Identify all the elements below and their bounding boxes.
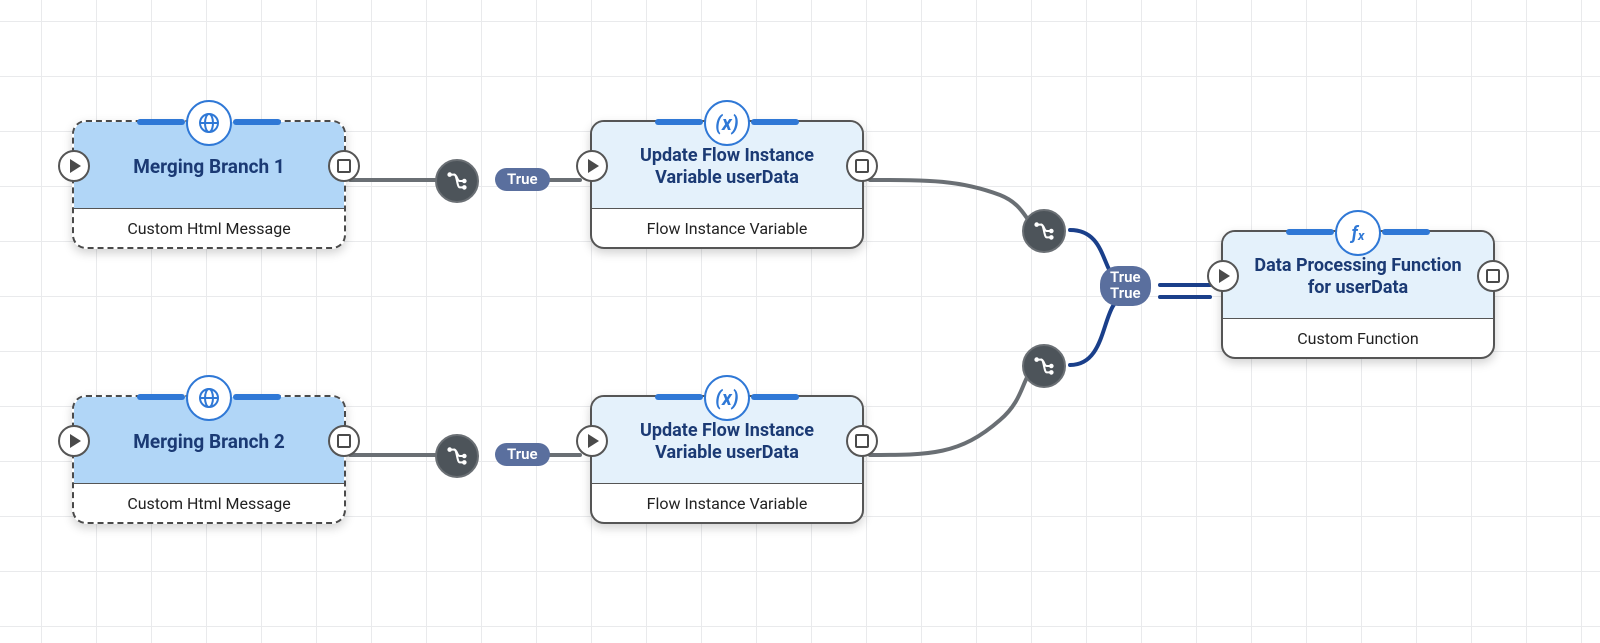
edge-label-true: True [495,443,550,466]
node-subtitle: Flow Instance Variable [592,483,862,522]
globe-icon [186,100,232,146]
node-update-variable-1[interactable]: (x) Update Flow Instance Variable userDa… [590,120,864,249]
output-port[interactable] [328,150,360,182]
play-triangle-icon [1219,269,1230,283]
output-port[interactable] [328,425,360,457]
edge-label-true: True [495,168,550,191]
input-port[interactable] [576,425,608,457]
square-stop-icon [337,159,351,173]
flow-canvas[interactable]: Merging Branch 1 Custom Html Message Mer… [0,0,1600,643]
play-triangle-icon [70,434,81,448]
variable-x-icon: (x) [704,375,750,421]
play-triangle-icon [588,159,599,173]
node-update-variable-2[interactable]: (x) Update Flow Instance Variable userDa… [590,395,864,524]
node-subtitle: Custom Html Message [74,208,344,247]
globe-icon [186,375,232,421]
input-port[interactable] [576,150,608,182]
output-port[interactable] [846,425,878,457]
square-stop-icon [855,434,869,448]
variable-x-icon: (x) [704,100,750,146]
node-subtitle: Custom Html Message [74,483,344,522]
node-data-processing-function[interactable]: ƒx Data Processing Function for userData… [1221,230,1495,359]
square-stop-icon [1486,269,1500,283]
edge-label-true: True [1110,286,1141,302]
play-triangle-icon [70,159,81,173]
square-stop-icon [337,434,351,448]
play-triangle-icon [588,434,599,448]
node-merging-branch-2[interactable]: Merging Branch 2 Custom Html Message [72,395,346,524]
edge-label-true-stack: True True [1100,266,1151,306]
branch-router-icon[interactable] [435,159,479,203]
fx-function-icon: ƒx [1335,210,1381,256]
input-port[interactable] [58,425,90,457]
branch-router-icon[interactable] [1022,209,1066,253]
output-port[interactable] [1477,260,1509,292]
node-merging-branch-1[interactable]: Merging Branch 1 Custom Html Message [72,120,346,249]
node-subtitle: Custom Function [1223,318,1493,357]
branch-router-icon[interactable] [435,434,479,478]
input-port[interactable] [58,150,90,182]
input-port[interactable] [1207,260,1239,292]
node-subtitle: Flow Instance Variable [592,208,862,247]
output-port[interactable] [846,150,878,182]
square-stop-icon [855,159,869,173]
branch-router-icon[interactable] [1022,344,1066,388]
